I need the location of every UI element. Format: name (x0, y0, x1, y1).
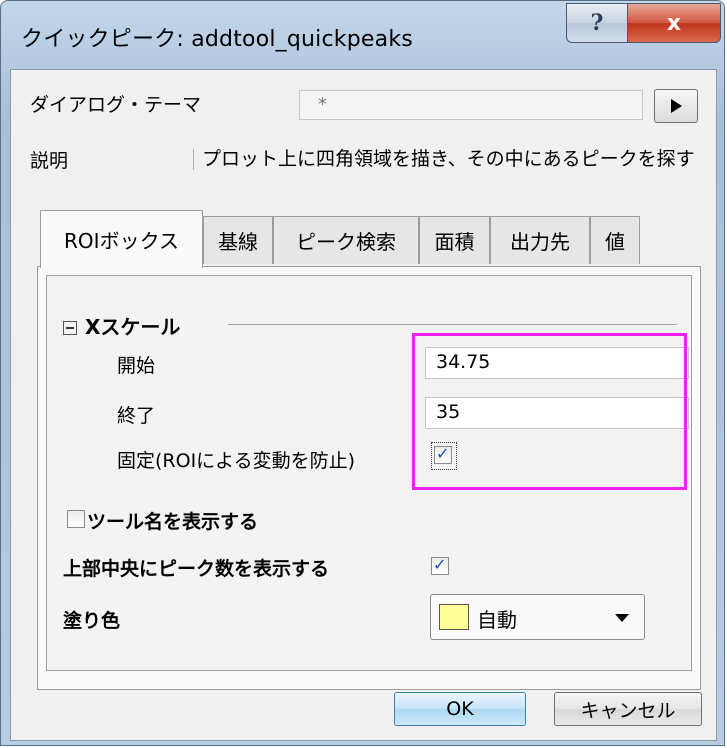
color-swatch (439, 604, 469, 630)
collapse-icon[interactable] (63, 321, 77, 335)
show-peak-count-label[interactable]: 上部中央にピーク数を表示する (63, 554, 329, 581)
cancel-button[interactable]: キャンセル (554, 692, 702, 726)
help-button[interactable]: ? (566, 3, 628, 43)
end-label: 終了 (117, 405, 156, 427)
fill-color-label: 塗り色 (63, 610, 121, 632)
tab-roi-box[interactable]: ROIボックス (40, 210, 203, 268)
tab-values[interactable]: 値 (590, 216, 640, 264)
help-icon: ? (590, 10, 604, 36)
window-title: クイックピーク: addtool_quickpeaks (21, 27, 413, 52)
fill-color-value: 自動 (477, 608, 517, 632)
settings-tree: Xスケール 開始 34.75 終了 35 固定(ROIによる変動を防止) ツール… (46, 275, 692, 671)
tab-area[interactable]: 面積 (419, 216, 490, 264)
start-input[interactable]: 34.75 (425, 347, 689, 379)
fill-color-dropdown[interactable]: 自動 (430, 594, 645, 640)
dialog-body: ダイアログ・テーマ * 説明 プロット上に四角領域を描き、その中にあるピークを探… (10, 69, 717, 741)
tab-output[interactable]: 出力先 (490, 216, 590, 264)
theme-label: ダイアログ・テーマ (30, 94, 202, 116)
start-label: 開始 (117, 355, 156, 377)
end-input[interactable]: 35 (425, 397, 689, 429)
description-text: プロット上に四角領域を描き、その中にあるピークを探す (193, 149, 712, 170)
fixed-label: 固定(ROIによる変動を防止) (117, 450, 356, 472)
show-tool-name-label[interactable]: ツール名を表示する (87, 507, 258, 534)
xscale-heading: Xスケール (85, 315, 181, 339)
dialog-window: クイックピーク: addtool_quickpeaks ? x ダイアログ・テー… (0, 0, 725, 746)
theme-field[interactable]: * (299, 90, 643, 120)
play-arrow-icon (671, 99, 682, 113)
xscale-section-header[interactable]: Xスケール (63, 311, 180, 340)
description-label: 説明 (30, 150, 69, 172)
section-divider (228, 324, 677, 325)
chevron-down-icon (615, 614, 629, 622)
tab-panel-roi: Xスケール 開始 34.75 終了 35 固定(ROIによる変動を防止) ツール… (37, 266, 701, 690)
close-icon: x (666, 10, 682, 36)
ok-button[interactable]: OK (394, 692, 526, 726)
close-button[interactable]: x (627, 3, 721, 43)
tab-baseline[interactable]: 基線 (203, 216, 273, 264)
tab-peak-search[interactable]: ピーク検索 (273, 216, 419, 264)
theme-menu-button[interactable] (654, 89, 698, 123)
show-tool-name-checkbox[interactable] (67, 510, 85, 528)
title-bar[interactable]: クイックピーク: addtool_quickpeaks ? x (1, 1, 726, 69)
fixed-checkbox[interactable] (434, 444, 452, 464)
show-peak-count-checkbox[interactable] (431, 555, 449, 575)
